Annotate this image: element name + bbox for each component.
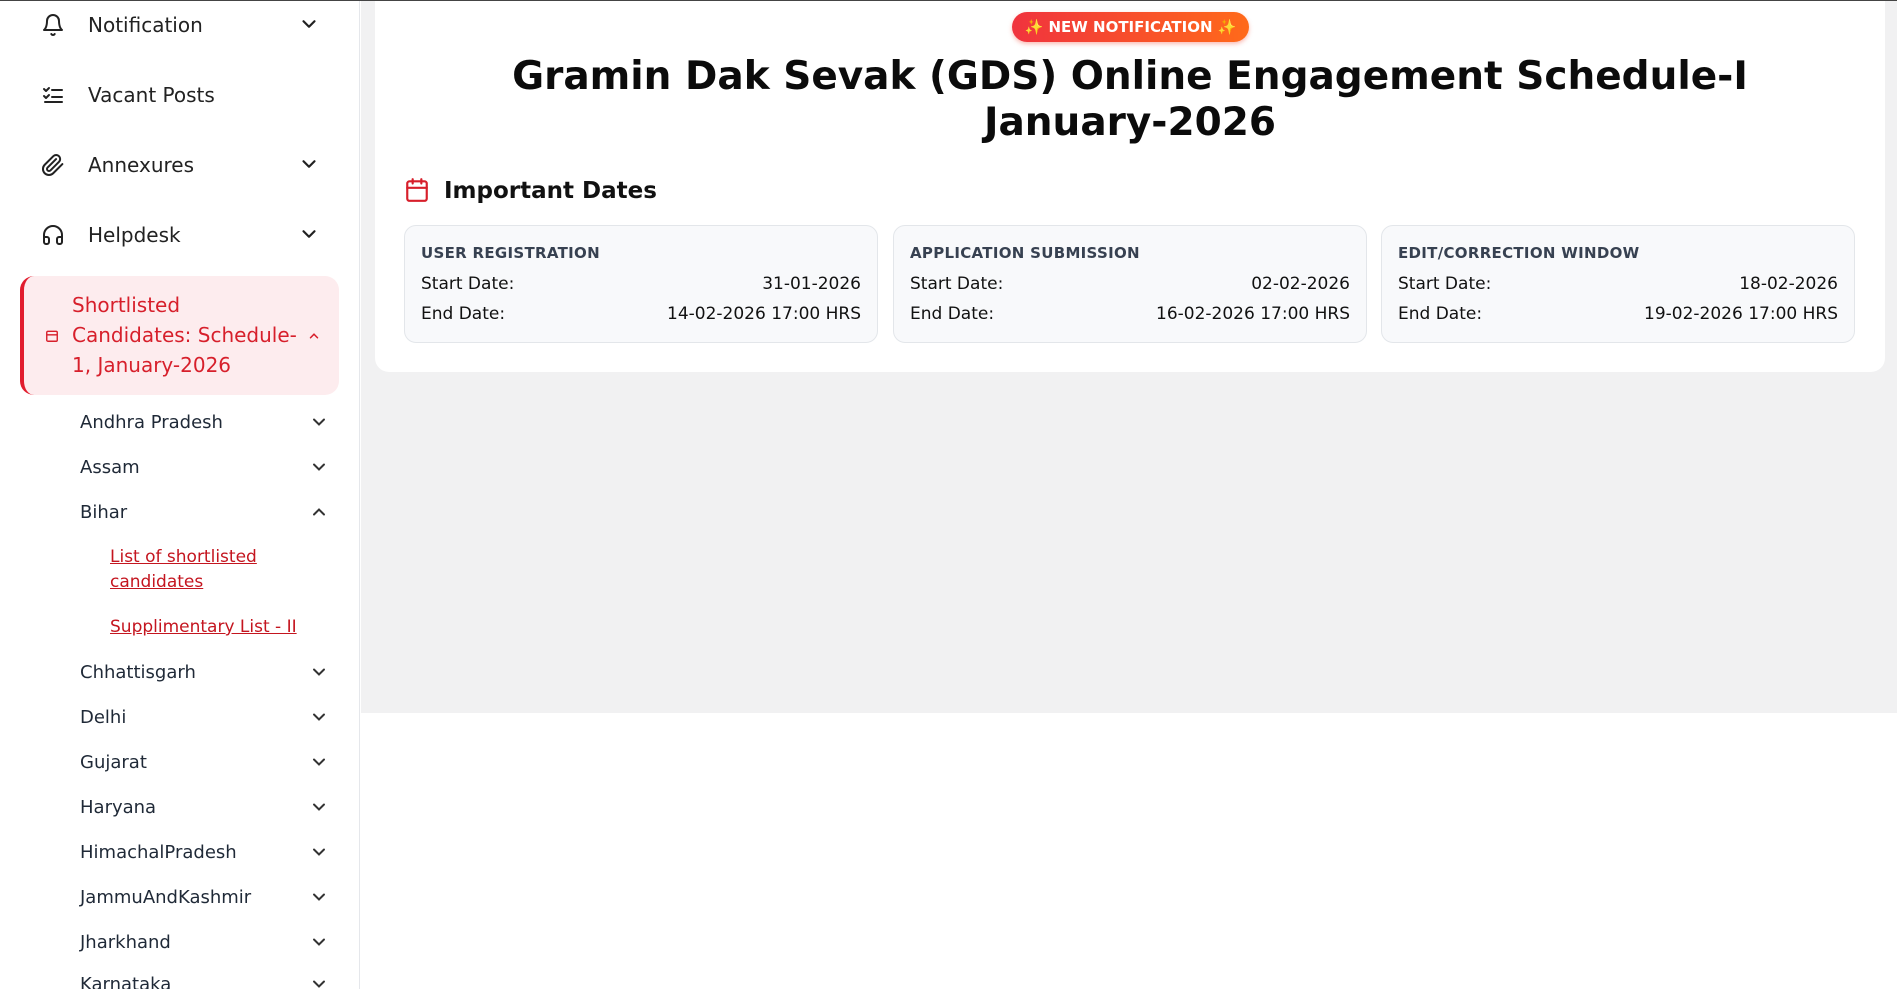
end-date-row: End Date: 16-02-2026 17:00 HRS [910,304,1350,324]
state-item-assam[interactable]: Assam [80,452,335,482]
start-date-row: Start Date: 02-02-2026 [910,274,1350,294]
state-item-gujarat[interactable]: Gujarat [80,747,335,777]
end-date-label: End Date: [1398,304,1483,324]
sidebar-item-label: Notification [88,13,203,37]
new-notification-badge: ✨ NEW NOTIFICATION ✨ [1012,12,1249,42]
important-dates-heading: Important Dates [404,177,657,205]
chevron-down-icon[interactable] [309,752,329,772]
end-date-value: 14-02-2026 17:00 HRS [667,304,861,324]
calendar-icon [45,328,59,342]
date-card-application-submission: APPLICATION SUBMISSION Start Date: 02-02… [893,225,1367,343]
sidebar-item-label: Shortlisted Candidates: Schedule-1, Janu… [72,293,297,377]
state-label: HimachalPradesh [80,841,237,863]
state-item-haryana[interactable]: Haryana [80,792,335,822]
date-card-heading: APPLICATION SUBMISSION [910,244,1140,262]
start-date-label: Start Date: [1398,274,1492,294]
state-label: Assam [80,456,140,478]
chevron-down-icon[interactable] [309,887,329,907]
important-dates-label: Important Dates [444,178,657,204]
calendar-icon [404,177,432,205]
chevron-down-icon[interactable] [298,223,320,245]
sidebar-item-label: Annexures [88,153,195,177]
end-date-label: End Date: [421,304,506,324]
start-date-value: 02-02-2026 [1251,274,1350,294]
state-item-chhattisgarh[interactable]: Chhattisgarh [80,657,335,687]
chevron-down-icon[interactable] [309,457,329,477]
date-card-user-registration: USER REGISTRATION Start Date: 31-01-2026… [404,225,878,343]
chevron-down-icon[interactable] [298,13,320,35]
state-label: Andhra Pradesh [80,411,223,433]
start-date-value: 31-01-2026 [762,274,861,294]
end-date-value: 19-02-2026 17:00 HRS [1644,304,1838,324]
sidebar-item-label: Helpdesk [88,223,181,247]
paperclip-icon [38,150,68,180]
sidebar-item-helpdesk[interactable]: Helpdesk [38,215,328,255]
chevron-down-icon[interactable] [309,842,329,862]
link-list-of-shortlisted-candidates[interactable]: List of shortlisted candidates [110,545,310,595]
sidebar: Notification Vacant Posts Annexures Help… [0,1,360,989]
chevron-down-icon[interactable] [309,932,329,952]
state-item-bihar[interactable]: Bihar [80,497,335,527]
state-item-jammu-and-kashmir[interactable]: JammuAndKashmir [80,882,335,912]
checklist-icon [38,80,68,110]
start-date-value: 18-02-2026 [1739,274,1838,294]
state-item-jharkhand[interactable]: Jharkhand [80,927,335,957]
end-date-row: End Date: 14-02-2026 17:00 HRS [421,304,861,324]
chevron-up-icon[interactable] [307,328,321,342]
chevron-down-icon[interactable] [298,153,320,175]
state-label: Chhattisgarh [80,661,196,683]
end-date-row: End Date: 19-02-2026 17:00 HRS [1398,304,1838,324]
date-card-edit-correction-window: EDIT/CORRECTION WINDOW Start Date: 18-02… [1381,225,1855,343]
start-date-label: Start Date: [910,274,1004,294]
state-item-himachal-pradesh[interactable]: HimachalPradesh [80,837,335,867]
page-title: Gramin Dak Sevak (GDS) Online Engagement… [512,54,1748,145]
chevron-down-icon[interactable] [309,412,329,432]
date-card-heading: USER REGISTRATION [421,244,600,262]
end-date-label: End Date: [910,304,995,324]
bell-icon [38,10,68,40]
state-label: Gujarat [80,751,147,773]
end-date-value: 16-02-2026 17:00 HRS [1156,304,1350,324]
sidebar-item-label: Vacant Posts [88,83,215,107]
chevron-down-icon[interactable] [309,974,329,989]
chevron-down-icon[interactable] [309,662,329,682]
state-item-delhi[interactable]: Delhi [80,702,335,732]
chevron-down-icon[interactable] [309,707,329,727]
state-item-andhra-pradesh[interactable]: Andhra Pradesh [80,407,335,437]
state-label: Karnataka [80,973,172,989]
start-date-row: Start Date: 31-01-2026 [421,274,861,294]
state-label: JammuAndKashmir [80,886,252,908]
chevron-down-icon[interactable] [309,797,329,817]
start-date-label: Start Date: [421,274,515,294]
state-item-karnataka[interactable]: Karnataka [80,969,335,989]
chevron-up-icon[interactable] [309,502,329,522]
headset-icon [38,220,68,250]
state-label: Bihar [80,501,128,523]
sidebar-item-shortlisted-candidates[interactable]: Shortlisted Candidates: Schedule-1, Janu… [20,276,339,395]
start-date-row: Start Date: 18-02-2026 [1398,274,1838,294]
state-label: Jharkhand [80,931,171,953]
sidebar-item-annexures[interactable]: Annexures [38,145,328,185]
sidebar-item-vacant-posts[interactable]: Vacant Posts [38,75,328,115]
date-card-heading: EDIT/CORRECTION WINDOW [1398,244,1640,262]
state-label: Delhi [80,706,127,728]
sidebar-item-notification[interactable]: Notification [38,5,328,45]
link-supplimentary-list-ii[interactable]: Supplimentary List - II [110,615,310,640]
state-label: Haryana [80,796,157,818]
